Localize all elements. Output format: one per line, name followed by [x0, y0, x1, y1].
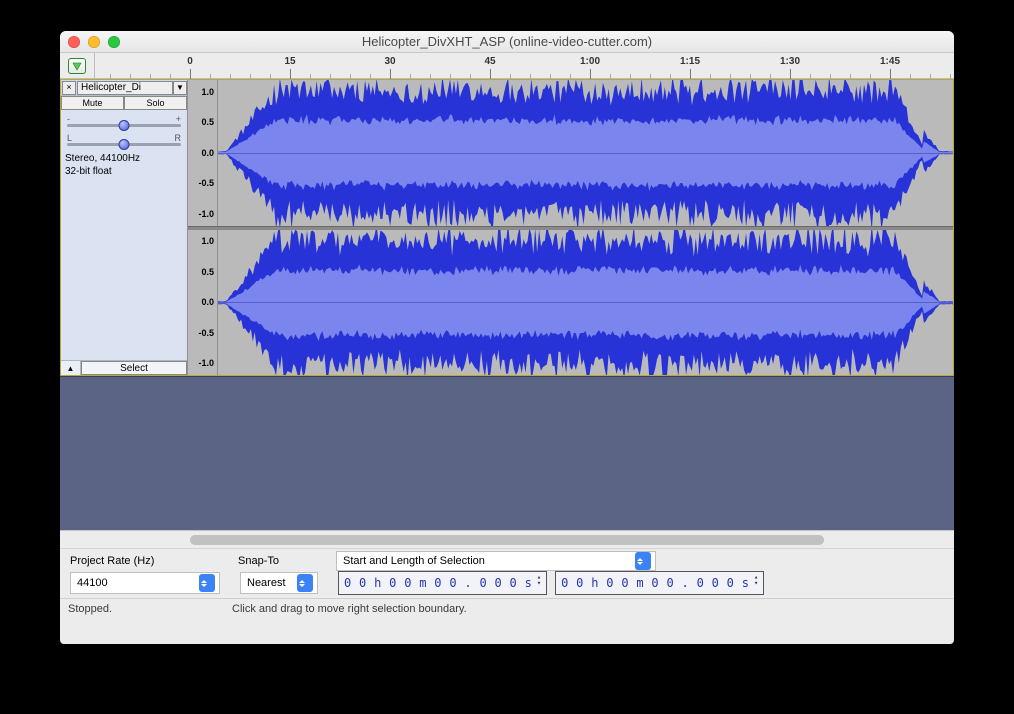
- amplitude-ruler-left: 1.00.50.0-0.5-1.0: [188, 80, 218, 226]
- selection-toolbar: Project Rate (Hz) Snap-To Start and Leng…: [60, 548, 954, 598]
- selection-length-time[interactable]: 0 0 h 0 0 m 0 0 . 0 0 0 s ▴▾: [555, 571, 764, 595]
- dropdown-arrow-icon: [635, 552, 651, 570]
- dropdown-arrow-icon: [199, 574, 215, 592]
- app-window: Helicopter_DivXHT_ASP (online-video-cutt…: [60, 31, 954, 644]
- status-hint: Click and drag to move right selection b…: [232, 603, 467, 615]
- horizontal-scrollbar-row: [60, 530, 954, 548]
- time-format-menu-icon[interactable]: ▴▾: [534, 574, 544, 587]
- traffic-lights: [60, 36, 120, 48]
- dropdown-arrow-icon: [297, 574, 313, 592]
- waveform-area: 1.00.50.0-0.5-1.0 1.00.50.0-0.5-1.0: [188, 80, 953, 375]
- empty-track-space[interactable]: [60, 376, 954, 530]
- playhead-marker-icon[interactable]: [68, 58, 86, 74]
- minimize-button[interactable]: [88, 36, 100, 48]
- mute-button[interactable]: Mute: [61, 96, 124, 110]
- track-header: × Helicopter_Di ▼: [61, 80, 187, 96]
- horizontal-scrollbar[interactable]: [190, 535, 824, 545]
- playback-state: Stopped.: [68, 603, 112, 615]
- timeline-ruler-row: 01530451:001:151:301:45: [60, 53, 954, 79]
- track-collapse-button[interactable]: ▲: [61, 361, 81, 375]
- selection-mode-select[interactable]: Start and Length of Selection: [336, 551, 656, 571]
- timeline-ruler[interactable]: 01530451:001:151:301:45: [95, 53, 954, 78]
- timeline-options[interactable]: [60, 53, 95, 78]
- track-format-info: Stereo, 44100Hz 32-bit float: [61, 148, 187, 183]
- track-close-button[interactable]: ×: [62, 81, 76, 95]
- titlebar: Helicopter_DivXHT_ASP (online-video-cutt…: [60, 31, 954, 53]
- track-menu-button[interactable]: ▼: [173, 81, 187, 95]
- gain-slider[interactable]: - +: [61, 110, 187, 129]
- zoom-button[interactable]: [108, 36, 120, 48]
- waveform-canvas-right[interactable]: [218, 230, 953, 376]
- pan-slider[interactable]: L R: [61, 129, 187, 148]
- channel-left: 1.00.50.0-0.5-1.0: [188, 80, 953, 227]
- project-rate-select[interactable]: 44100: [70, 572, 220, 594]
- selection-start-time[interactable]: 0 0 h 0 0 m 0 0 . 0 0 0 s ▴▾: [338, 571, 547, 595]
- solo-button[interactable]: Solo: [124, 96, 187, 110]
- track: × Helicopter_Di ▼ Mute Solo - + L R: [60, 79, 954, 376]
- amplitude-ruler-right: 1.00.50.0-0.5-1.0: [188, 230, 218, 376]
- horizontal-scrollbar-thumb[interactable]: [190, 535, 824, 545]
- tracks-area: × Helicopter_Di ▼ Mute Solo - + L R: [60, 79, 954, 530]
- close-button[interactable]: [68, 36, 80, 48]
- track-select-button[interactable]: Select: [81, 361, 187, 375]
- channel-right: 1.00.50.0-0.5-1.0: [188, 230, 953, 376]
- track-name[interactable]: Helicopter_Di: [77, 81, 173, 95]
- window-title: Helicopter_DivXHT_ASP (online-video-cutt…: [60, 34, 954, 49]
- status-bar: Stopped. Click and drag to move right se…: [60, 598, 954, 618]
- pan-thumb[interactable]: [119, 139, 130, 150]
- time-format-menu-icon[interactable]: ▴▾: [751, 574, 761, 587]
- snap-to-label: Snap-To: [238, 555, 328, 567]
- waveform-canvas-left[interactable]: [218, 80, 953, 226]
- project-rate-label: Project Rate (Hz): [70, 555, 230, 567]
- snap-to-select[interactable]: Nearest: [240, 572, 318, 594]
- track-control-panel: × Helicopter_Di ▼ Mute Solo - + L R: [61, 80, 188, 375]
